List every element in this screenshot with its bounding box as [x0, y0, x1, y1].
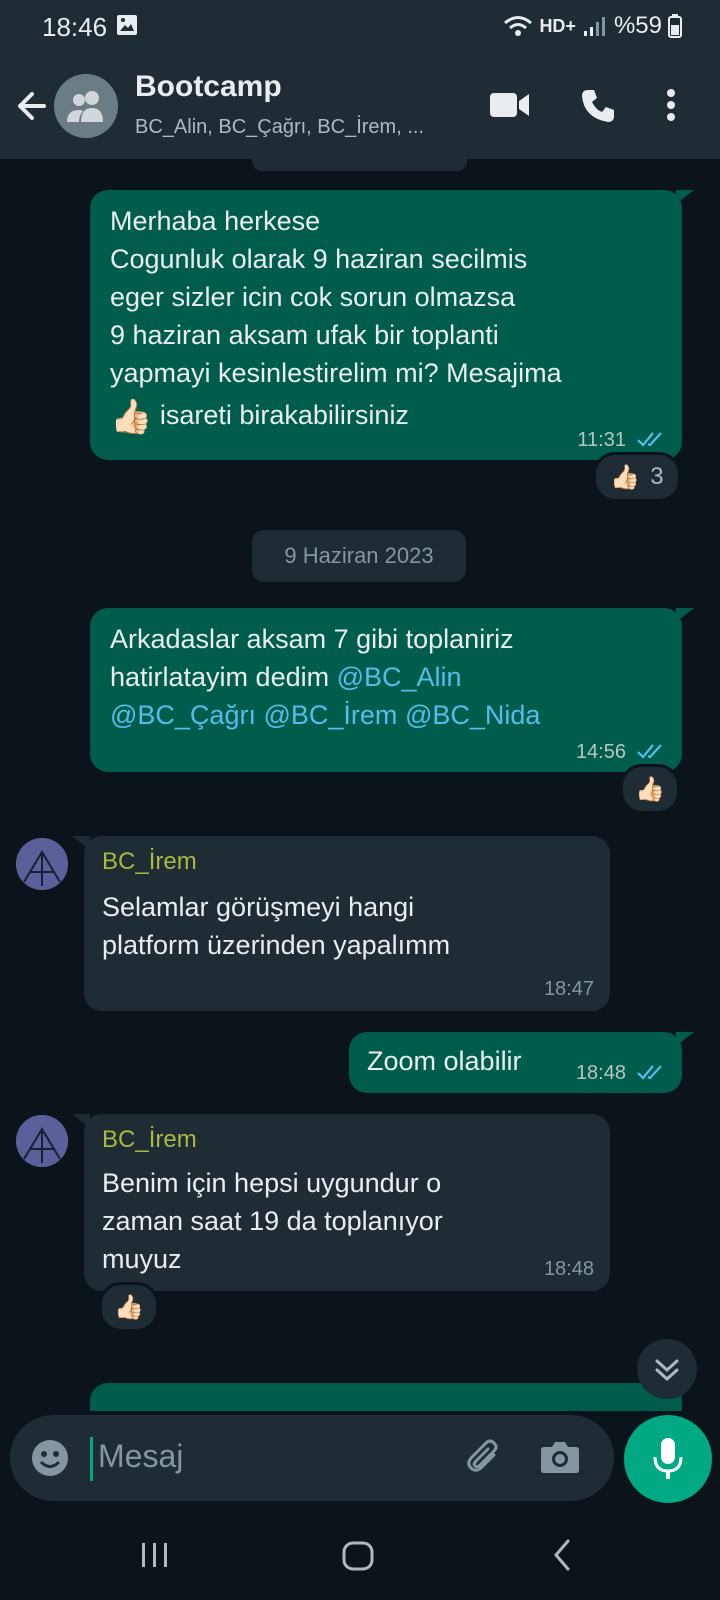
message-line: Arkadaslar aksam 7 gibi toplaniriz	[110, 624, 514, 654]
group-members[interactable]: BC_Alin, BC_Çağrı, BC_İrem, ...	[135, 116, 424, 139]
double-check-read-icon	[637, 744, 662, 759]
mention-link[interactable]: @BC_Çağrı	[110, 700, 256, 730]
home-icon[interactable]	[342, 1541, 374, 1571]
message-time: 11:31	[577, 429, 626, 451]
thumbs-up-emoji: 👍🏻	[110, 397, 153, 436]
more-options-icon[interactable]	[666, 88, 676, 122]
attachment-paperclip-icon[interactable]	[464, 1437, 504, 1477]
message-line: hatirlatayim dedim	[110, 662, 337, 692]
group-avatar[interactable]	[54, 74, 118, 138]
message-line: Merhaba herkese	[110, 206, 321, 236]
camera-icon[interactable]	[540, 1439, 580, 1475]
message-line: 9 haziran aksam ufak bir toplanti	[110, 320, 499, 350]
scroll-to-bottom-button[interactable]	[637, 1339, 697, 1399]
message-time: 18:47	[543, 978, 594, 1000]
sender-avatar[interactable]	[16, 1115, 68, 1167]
message-text: Selamlar görüşmeyi hangi platform üzerin…	[102, 892, 451, 960]
nav-back-icon[interactable]	[552, 1539, 572, 1571]
gallery-notification-icon	[117, 15, 137, 35]
message-line: eger sizler icin cok sorun olmazsa	[110, 282, 516, 312]
reaction-badge[interactable]: 👍🏻 3	[593, 452, 681, 502]
reaction-badge[interactable]: 👍🏻	[620, 764, 680, 814]
message-input[interactable]: Mesaj	[98, 1438, 183, 1475]
sender-name[interactable]: BC_İrem	[102, 1126, 197, 1154]
message-line: Cogunluk olarak 9 haziran secilmis	[110, 244, 528, 274]
message-time: 18:48	[543, 1258, 594, 1280]
battery-icon	[668, 14, 682, 38]
recent-apps-icon[interactable]	[140, 1541, 170, 1569]
chat-area[interactable]: Merhaba herkese Cogunluk olarak 9 hazira…	[0, 159, 720, 1411]
video-call-icon[interactable]	[490, 92, 530, 118]
message-time: 14:56	[575, 741, 626, 763]
emoji-icon[interactable]	[30, 1438, 70, 1478]
thumbs-up-reaction-icon: 👍🏻	[610, 463, 641, 491]
message-text: Benim için hepsi uygundur o zaman saat 1…	[102, 1168, 443, 1274]
reaction-count: 3	[650, 463, 664, 490]
signal-icon	[583, 17, 605, 36]
message-line: isareti birakabilirsiniz	[159, 400, 409, 430]
message-bubble-outgoing[interactable]: Arkadaslar aksam 7 gibi toplaniriz hatir…	[90, 608, 694, 772]
group-title[interactable]: Bootcamp	[135, 70, 282, 104]
mention-link[interactable]: @BC_Nida	[405, 700, 540, 730]
chat-header: Bootcamp BC_Alin, BC_Çağrı, BC_İrem, ...	[0, 56, 720, 159]
mention-link[interactable]: @BC_İrem	[263, 700, 397, 730]
message-bubble-outgoing[interactable]: Merhaba herkese Cogunluk olarak 9 hazira…	[90, 190, 694, 460]
status-indicators: HD+ %59	[503, 12, 682, 40]
double-check-read-icon	[637, 1065, 662, 1080]
thumbs-up-reaction-icon: 👍🏻	[635, 775, 665, 803]
mention-link[interactable]: @BC_Alin	[337, 662, 462, 692]
back-arrow-icon[interactable]	[14, 86, 50, 126]
text-cursor	[90, 1437, 93, 1481]
microphone-icon	[653, 1438, 683, 1479]
voice-message-button[interactable]	[624, 1415, 712, 1503]
thumbs-up-reaction-icon: 👍🏻	[114, 1293, 144, 1321]
message-bubble-incoming[interactable]: BC_İrem Benim için hepsi uygundur o zama…	[72, 1114, 610, 1291]
message-composer: Mesaj	[0, 1411, 720, 1511]
group-people-icon	[67, 91, 103, 122]
double-chevron-down-icon	[655, 1359, 679, 1382]
bubble-tail	[72, 836, 90, 850]
bubble-tail	[676, 1032, 694, 1046]
system-nav-bar	[0, 1511, 720, 1600]
network-type: HD+	[539, 15, 576, 36]
message-bubble-outgoing[interactable]: Zoom olabilir 18:48	[349, 1032, 694, 1093]
status-bar: 18:46 HD+ %59	[0, 0, 720, 56]
status-time: 18:46	[42, 12, 108, 42]
message-text: Zoom olabilir	[367, 1046, 522, 1076]
sender-name[interactable]: BC_İrem	[102, 848, 197, 876]
partial-message	[252, 159, 467, 171]
message-input-container[interactable]: Mesaj	[10, 1415, 614, 1501]
bubble-tail	[72, 1114, 90, 1128]
avatar-photo	[16, 1115, 68, 1167]
message-bubble-incoming[interactable]: BC_İrem Selamlar görüşmeyi hangi platfor…	[72, 836, 610, 1011]
reaction-badge[interactable]: 👍🏻	[99, 1282, 159, 1332]
battery-percent: %59	[613, 12, 662, 39]
wifi-icon	[504, 16, 533, 36]
message-time: 18:48	[575, 1062, 626, 1084]
avatar-photo	[16, 838, 68, 890]
sender-avatar[interactable]	[16, 838, 68, 890]
message-line: yapmayi kesinlestirelim mi? Mesajima	[110, 358, 562, 388]
date-separator: 9 Haziran 2023	[252, 530, 466, 582]
phone-call-icon[interactable]	[580, 88, 616, 124]
message-bubble-outgoing-partial[interactable]	[90, 1383, 682, 1411]
double-check-read-icon	[637, 432, 662, 447]
